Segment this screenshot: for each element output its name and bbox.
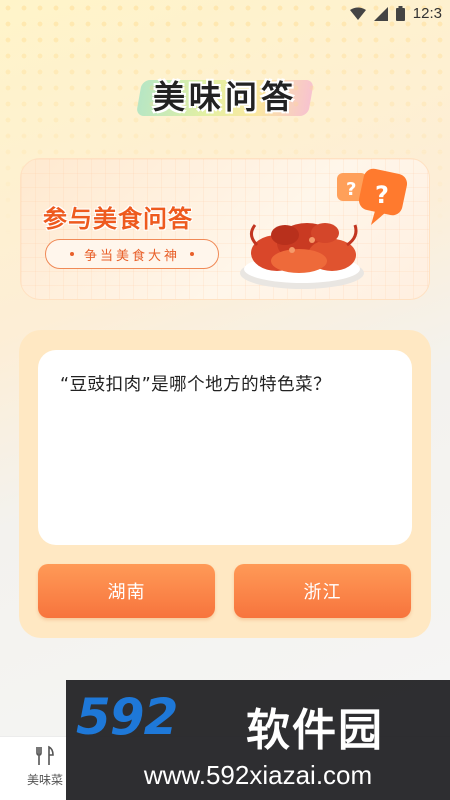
banner-headline: 参与美食问答 xyxy=(43,205,193,233)
page-title: 美味问答 xyxy=(135,68,315,122)
signal-icon xyxy=(373,6,388,21)
quiz-card: “豆豉扣肉”是哪个地方的特色菜？ 湖南 浙江 xyxy=(19,330,431,638)
answer-option-a-button[interactable]: 湖南 xyxy=(38,564,215,618)
fork-knife-icon xyxy=(36,745,54,765)
watermark-overlay: 592 软件园 www.592xiazai.com xyxy=(66,680,450,800)
battery-icon xyxy=(395,6,405,21)
status-bar: 12:3 xyxy=(0,0,450,28)
wifi-icon xyxy=(349,7,366,20)
status-time: 12:3 xyxy=(412,5,442,22)
question-bubble-icon: ? ? xyxy=(337,168,408,225)
banner-pill-text: 争当美食大神 xyxy=(83,248,180,264)
svg-text:?: ? xyxy=(346,179,356,200)
tab-food-label: 美味菜 xyxy=(26,773,63,787)
question-box: “豆豉扣肉”是哪个地方的特色菜？ xyxy=(38,350,412,545)
quiz-banner: 参与美食问答 争当美食大神 ? ? xyxy=(20,158,430,300)
banner-pill: 争当美食大神 xyxy=(45,239,219,269)
watermark-name: 软件园 xyxy=(246,705,384,756)
watermark-logo: 592 xyxy=(76,688,178,746)
answer-option-b-button[interactable]: 浙江 xyxy=(234,564,411,618)
page-title-text: 美味问答 xyxy=(152,78,297,116)
watermark-url: www.592xiazai.com xyxy=(143,760,373,790)
svg-text:?: ? xyxy=(375,181,389,209)
question-text: “豆豉扣肉”是哪个地方的特色菜？ xyxy=(60,375,332,395)
